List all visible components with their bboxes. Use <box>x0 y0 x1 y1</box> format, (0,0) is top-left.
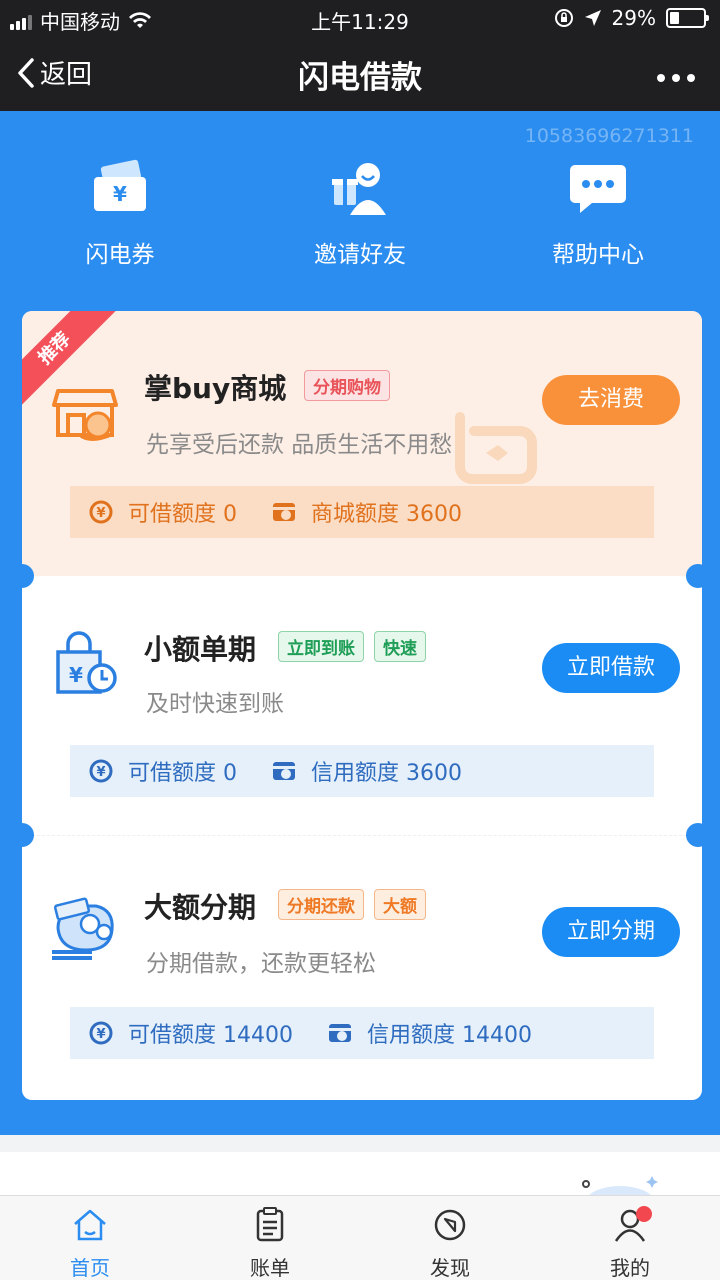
yen-circle-icon: ¥ <box>89 759 113 783</box>
tag: 大额 <box>374 889 426 920</box>
wallet-icon <box>328 1024 351 1042</box>
tab-label: 账单 <box>250 1256 290 1280</box>
tab-mine[interactable]: 我的 <box>540 1196 720 1280</box>
tag: 立即到账 <box>278 631 364 662</box>
mall-watermark-icon <box>455 412 537 484</box>
quick-action-label: 闪电券 <box>85 242 155 268</box>
bag-clock-icon: ¥ <box>56 631 117 694</box>
user-id: 10583696271311 <box>524 125 694 147</box>
help-chat-icon <box>570 165 626 213</box>
product-desc: 分期借款，还款更轻松 <box>146 951 376 977</box>
product-tags: 分期还款 大额 <box>278 889 426 920</box>
invite-friend-icon <box>332 163 386 215</box>
coupon-icon: ¥ <box>94 159 146 211</box>
product-tags: 立即到账 快速 <box>278 631 426 662</box>
installment-button[interactable]: 立即分期 <box>542 907 680 957</box>
product-title: 小额单期 <box>144 633 257 666</box>
card-notch <box>10 823 34 847</box>
tab-label: 我的 <box>610 1256 650 1280</box>
rotation-lock-icon <box>554 9 573 27</box>
quick-action-invite[interactable]: 邀请好友 <box>260 159 460 269</box>
yen-circle-icon: ¥ <box>89 500 113 524</box>
banner-peek <box>0 1152 720 1198</box>
credit-limit: 信用额度 3600 <box>311 761 462 786</box>
yen-circle-icon: ¥ <box>89 1021 113 1045</box>
card-notch <box>686 564 710 588</box>
product-title: 大额分期 <box>144 891 257 924</box>
product-tags: 分期购物 <box>304 370 390 401</box>
product-large-installment[interactable]: 大额分期 分期还款 大额 分期借款，还款更轻松 立即分期 ¥ 可借额度 1440… <box>22 836 702 1100</box>
page-title: 闪电借款 <box>298 60 422 96</box>
battery-percent: 29% <box>611 6 656 30</box>
battery-icon <box>666 8 709 28</box>
mall-limit: 商城额度 3600 <box>311 502 462 527</box>
svg-text:¥: ¥ <box>69 663 83 687</box>
tab-home[interactable]: 首页 <box>0 1196 180 1280</box>
available-quota: 可借额度 0 <box>128 761 237 786</box>
quota-bar: ¥ 可借额度 14400 信用额度 14400 <box>70 1007 654 1059</box>
status-bar: 中国移动 上午11:29 29% <box>0 0 720 36</box>
quick-action-label: 帮助中心 <box>552 242 644 268</box>
tab-bill[interactable]: 账单 <box>180 1196 360 1280</box>
decoration-icon <box>582 1176 658 1198</box>
quota-bar: ¥ 可借额度 0 信用额度 3600 <box>70 745 654 797</box>
product-desc: 及时快速到账 <box>146 691 284 717</box>
product-mall[interactable]: 推荐 掌buy商城 分期购物 先享受后还款 品质生活不用愁 去消费 ¥ 可借额度… <box>22 311 702 576</box>
svg-text:¥: ¥ <box>96 1027 105 1042</box>
tab-bar: 首页 账单 发现 我的 <box>0 1195 720 1280</box>
wallet-icon <box>273 503 295 521</box>
location-icon <box>584 10 601 26</box>
svg-text:¥: ¥ <box>96 765 105 780</box>
chevron-left-icon <box>18 57 34 88</box>
product-title: 掌buy商城 <box>144 372 287 405</box>
product-small-loan[interactable]: ¥ 小额单期 立即到账 快速 及时快速到账 立即借款 ¥ 可借额度 0 信用额度… <box>22 576 702 836</box>
card-notch <box>10 564 34 588</box>
compass-icon <box>434 1209 466 1241</box>
notification-badge <box>636 1206 652 1222</box>
available-quota: 可借额度 0 <box>128 502 237 527</box>
svg-text:¥: ¥ <box>96 506 105 521</box>
tab-label: 首页 <box>70 1256 110 1280</box>
tag: 快速 <box>374 631 426 662</box>
available-quota: 可借额度 14400 <box>128 1023 293 1048</box>
tab-discover[interactable]: 发现 <box>360 1196 540 1280</box>
wallet-icon <box>273 762 295 780</box>
quick-action-label: 邀请好友 <box>314 242 406 268</box>
quota-bar: ¥ 可借额度 0 商城额度 3600 <box>70 486 654 538</box>
credit-limit: 信用额度 14400 <box>366 1023 532 1048</box>
card-notch <box>686 823 710 847</box>
svg-text:¥: ¥ <box>113 182 127 206</box>
tag: 分期还款 <box>278 889 364 920</box>
tag: 分期购物 <box>304 370 390 401</box>
shop-icon <box>52 389 118 441</box>
quick-action-help[interactable]: 帮助中心 <box>498 159 698 269</box>
bill-icon <box>256 1207 284 1242</box>
more-dots-icon[interactable] <box>656 58 696 88</box>
back-button[interactable]: 返回 <box>16 54 92 91</box>
money-bag-icon <box>52 897 114 960</box>
quick-action-coupon[interactable]: ¥ 闪电券 <box>20 159 220 269</box>
product-desc: 先享受后还款 品质生活不用愁 <box>146 432 453 458</box>
tab-label: 发现 <box>430 1256 470 1280</box>
consume-button[interactable]: 去消费 <box>542 375 680 425</box>
home-icon <box>74 1209 106 1241</box>
product-card: 推荐 掌buy商城 分期购物 先享受后还款 品质生活不用愁 去消费 ¥ 可借额度… <box>22 311 702 1100</box>
borrow-now-button[interactable]: 立即借款 <box>542 643 680 693</box>
back-label: 返回 <box>40 60 93 90</box>
nav-bar: 返回 闪电借款 <box>0 36 720 111</box>
